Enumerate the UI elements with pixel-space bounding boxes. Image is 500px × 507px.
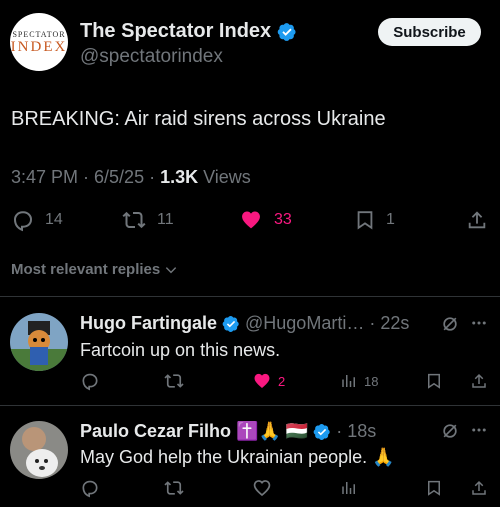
verified-badge-icon	[222, 315, 240, 333]
reply-handle-time: · 18s	[336, 421, 377, 441]
reply-comment-button[interactable]	[80, 371, 100, 391]
account-name[interactable]: The Spectator Index	[80, 20, 297, 43]
reply-avatar[interactable]	[10, 313, 68, 371]
reply-author[interactable]: Hugo Fartingale @HugoMarti… · 22s	[80, 313, 409, 334]
reply-handle-time: @HugoMarti… · 22s	[245, 313, 410, 333]
repost-icon	[121, 208, 147, 232]
share-button[interactable]	[466, 208, 488, 232]
reply-repost-button[interactable]	[163, 371, 185, 391]
verified-badge-icon	[277, 22, 297, 42]
avatar-logo-line1: SPECTATOR	[12, 30, 66, 39]
reply-icon	[80, 478, 100, 498]
reply-share-button[interactable]	[470, 371, 488, 391]
reply-views[interactable]	[340, 478, 358, 498]
reply-bookmark-button[interactable]	[425, 478, 443, 498]
avatar-logo-line2: INDEX	[10, 39, 68, 55]
reply-like-count: 2	[278, 373, 286, 389]
verified-badge-icon	[313, 423, 331, 441]
grok-icon[interactable]	[440, 314, 460, 334]
like-button[interactable]: 33	[238, 208, 292, 232]
reply-author-name: Paulo Cezar Filho	[80, 421, 232, 441]
repost-button[interactable]: 11	[121, 208, 174, 232]
more-options-icon[interactable]	[470, 421, 488, 439]
heart-filled-icon	[238, 208, 264, 232]
repost-count: 11	[157, 211, 174, 228]
tweet-text: BREAKING: Air raid sirens across Ukraine	[11, 108, 386, 130]
bookmark-button[interactable]: 1	[354, 208, 395, 232]
reply-text: May God help the Ukrainian people. 🙏	[80, 447, 395, 467]
bookmark-count: 1	[386, 211, 395, 228]
reply-author-emoji: ✝️🙏 🇭🇺	[236, 421, 309, 441]
grok-icon[interactable]	[440, 421, 460, 441]
reply-author-name: Hugo Fartingale	[80, 313, 218, 333]
reply-like-button[interactable]	[252, 478, 272, 498]
replies-sort-dropdown[interactable]: Most relevant replies	[11, 261, 178, 278]
views-count: 1.3K	[160, 167, 199, 187]
more-options-icon[interactable]	[470, 314, 488, 332]
reply-repost-button[interactable]	[163, 478, 185, 498]
account-handle[interactable]: @spectatorindex	[80, 46, 223, 68]
account-avatar[interactable]: SPECTATOR INDEX	[10, 13, 68, 71]
reply-button[interactable]: 14	[11, 208, 63, 232]
reply-comment-button[interactable]	[80, 478, 100, 498]
reply-icon	[11, 208, 35, 232]
share-icon	[466, 208, 488, 232]
reply-views[interactable]: 18	[340, 371, 378, 391]
reply-like-button[interactable]: 2	[252, 371, 285, 391]
heart-filled-icon	[252, 371, 272, 391]
reply-author[interactable]: Paulo Cezar Filho ✝️🙏 🇭🇺 · 18s	[80, 421, 376, 442]
account-name-text: The Spectator Index	[80, 20, 272, 42]
share-icon	[470, 478, 488, 498]
reply-icon	[80, 371, 100, 391]
views-label: Views	[198, 167, 251, 187]
chevron-down-icon	[164, 263, 178, 277]
analytics-icon	[340, 478, 358, 498]
reply-avatar[interactable]	[10, 421, 68, 479]
divider	[0, 296, 500, 297]
repost-icon	[163, 371, 185, 391]
share-icon	[470, 371, 488, 391]
heart-outline-icon	[252, 478, 272, 498]
replies-sort-label: Most relevant replies	[11, 261, 161, 278]
bookmark-icon	[425, 478, 443, 498]
bookmark-icon	[354, 208, 376, 232]
analytics-icon	[340, 371, 358, 391]
reply-text: Fartcoin up on this news.	[80, 340, 281, 360]
repost-icon	[163, 478, 185, 498]
subscribe-button[interactable]: Subscribe	[378, 18, 481, 46]
reply-share-button[interactable]	[470, 478, 488, 498]
bookmark-icon	[425, 371, 443, 391]
reply-views-count: 18	[364, 373, 379, 389]
reply-bookmark-button[interactable]	[425, 371, 443, 391]
tweet-meta: 3:47 PM · 6/5/25 · 1.3K Views	[11, 167, 251, 188]
like-count: 33	[274, 211, 292, 228]
reply-count: 14	[45, 211, 63, 228]
tweet-timestamp[interactable]: 3:47 PM · 6/5/25 ·	[11, 167, 160, 187]
divider	[0, 405, 500, 406]
